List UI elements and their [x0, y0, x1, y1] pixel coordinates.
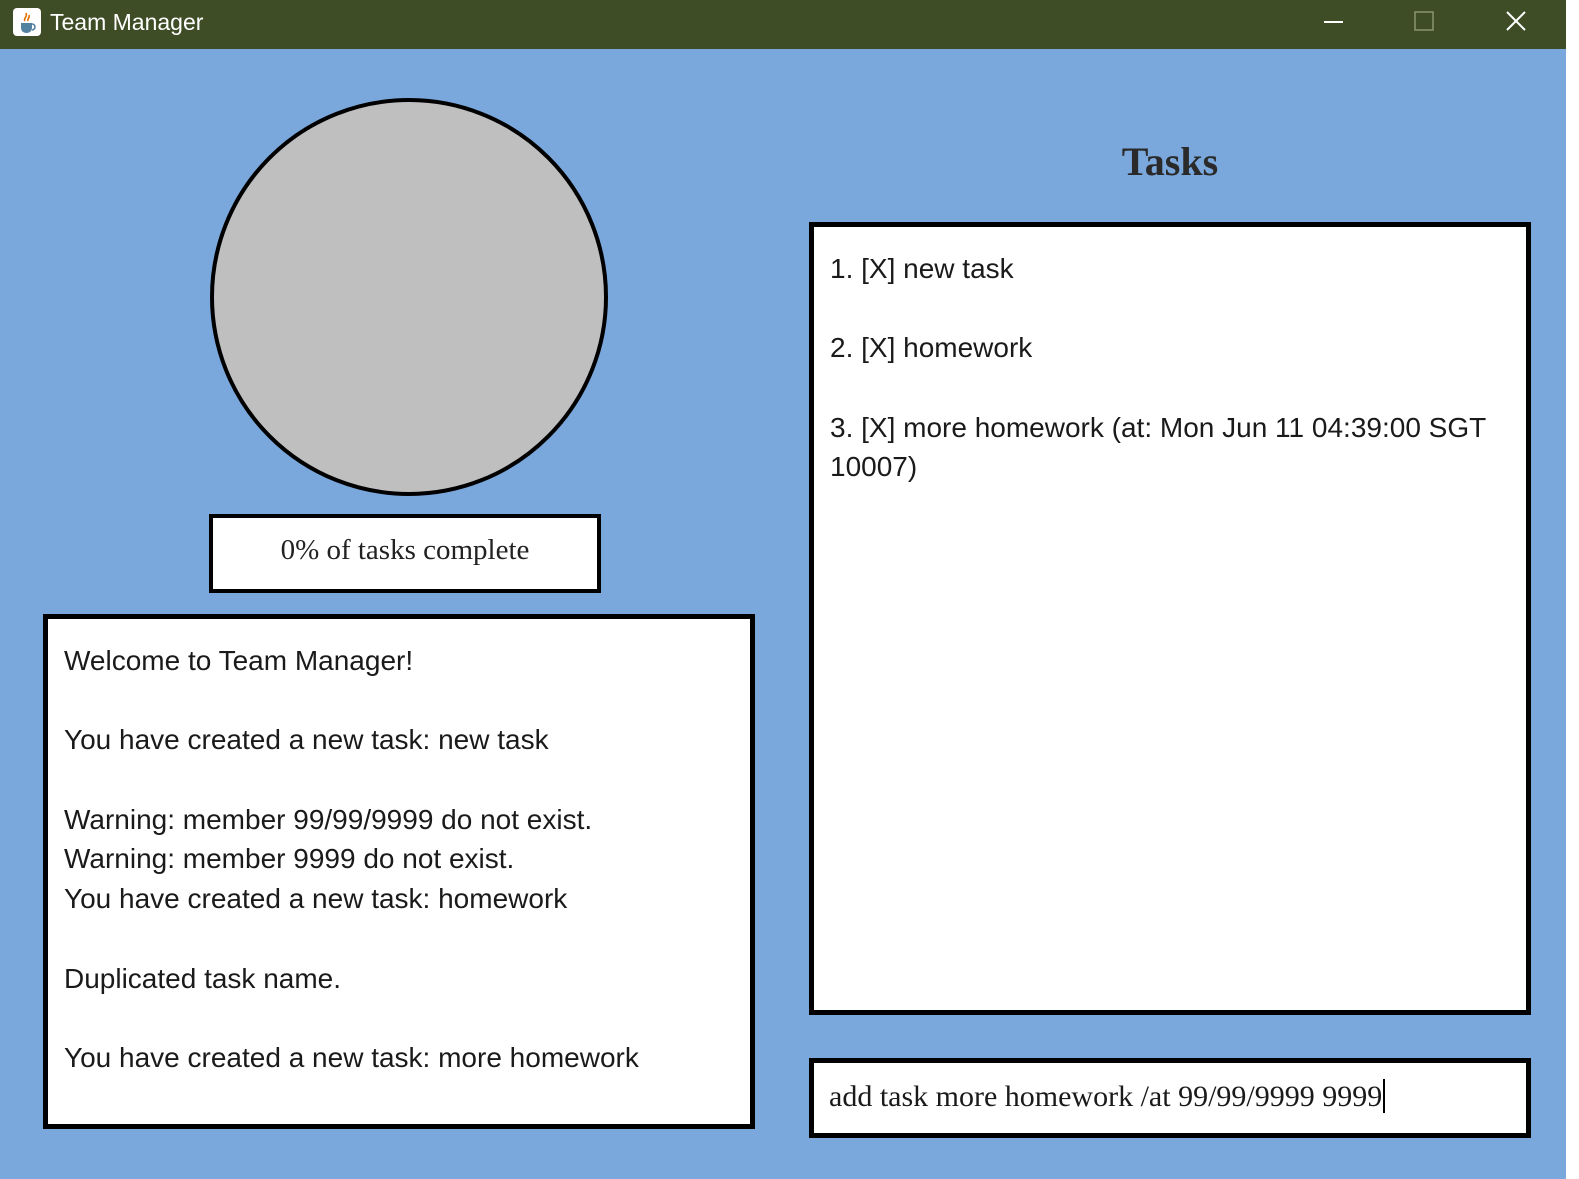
tasks-heading: Tasks	[1121, 139, 1219, 184]
close-icon	[1506, 11, 1526, 31]
maximize-icon	[1414, 11, 1434, 31]
close-button[interactable]	[1486, 0, 1546, 49]
progress-ring	[210, 98, 608, 496]
message-log[interactable]: Welcome to Team Manager! You have create…	[43, 614, 755, 1129]
command-input[interactable]: add task more homework /at 99/99/9999 99…	[809, 1058, 1531, 1138]
task-list[interactable]: 1. [X] new task 2. [X] homework 3. [X] m…	[809, 222, 1531, 1015]
command-input-value: add task more homework /at 99/99/9999 99…	[829, 1080, 1383, 1113]
app-window: Team Manager 0% of tasks complete Welcom…	[0, 0, 1566, 1179]
log-line: Warning: member 9999 do not exist.	[64, 843, 515, 875]
window-title: Team Manager	[50, 9, 204, 35]
maximize-button[interactable]	[1393, 0, 1453, 49]
log-line: You have created a new task: more homewo…	[64, 1041, 639, 1073]
command-input-field[interactable]: add task more homework /at 99/99/9999 99…	[829, 1079, 1386, 1114]
progress-label-box: 0% of tasks complete	[209, 514, 601, 593]
minimize-icon	[1324, 21, 1343, 23]
java-coffee-cup-icon	[12, 7, 42, 37]
progress-label: 0% of tasks complete	[280, 534, 530, 566]
log-line: You have created a new task: new task	[64, 724, 549, 756]
log-line: Welcome to Team Manager!	[64, 645, 414, 676]
task-item[interactable]: 1. [X] new task	[830, 249, 1506, 289]
title-bar[interactable]: Team Manager	[0, 0, 1566, 49]
log-line: You have created a new task: homework	[64, 883, 568, 915]
task-item[interactable]: 2. [X] homework	[830, 328, 1506, 368]
log-line: Warning: member 99/99/9999 do not exist.	[64, 803, 593, 835]
text-caret	[1383, 1079, 1386, 1113]
log-line: Duplicated task name.	[64, 962, 342, 994]
desktop-edge	[1566, 0, 1579, 1179]
task-item[interactable]: 3. [X] more homework (at: Mon Jun 11 04:…	[830, 408, 1506, 487]
minimize-button[interactable]	[1303, 0, 1363, 49]
